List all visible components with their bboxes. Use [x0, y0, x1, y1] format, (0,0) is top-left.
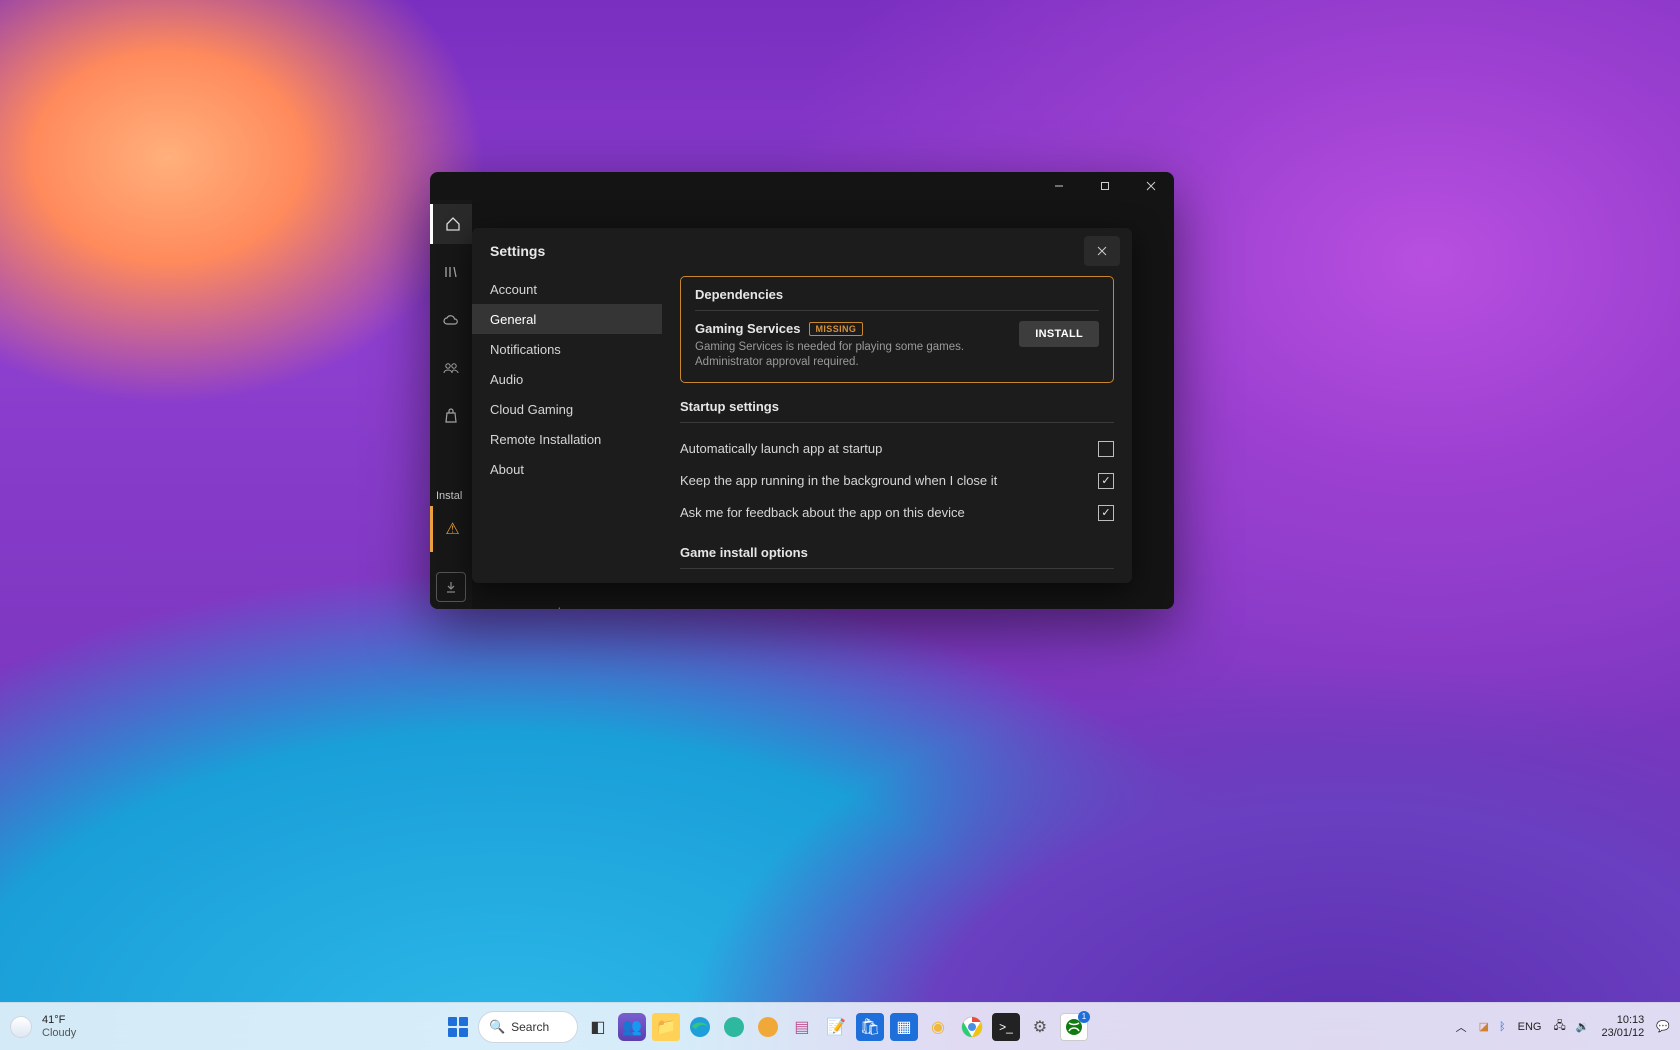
tray-bluetooth-icon[interactable]: ᛒ — [1499, 1021, 1506, 1033]
chrome-icon — [961, 1016, 983, 1038]
taskbar-app-notepad[interactable]: 📝 — [822, 1013, 850, 1041]
weather-icon — [10, 1016, 32, 1038]
taskbar-app-edge-canary[interactable] — [754, 1013, 782, 1041]
nav-item-cloud-gaming[interactable]: Cloud Gaming — [472, 394, 662, 424]
start-button[interactable] — [444, 1013, 472, 1041]
tray-language[interactable]: ENG — [1518, 1021, 1542, 1033]
taskbar-app-xbox[interactable]: 1 — [1060, 1013, 1088, 1041]
taskbar-badge: 1 — [1078, 1011, 1090, 1023]
close-icon — [1146, 181, 1156, 191]
install-options-heading: Game install options — [680, 545, 1114, 560]
nav-item-audio[interactable]: Audio — [472, 364, 662, 394]
setting-label: Ask me for feedback about the app on thi… — [680, 505, 965, 520]
taskbar-app-generic-1[interactable]: ▤ — [788, 1013, 816, 1041]
tray-volume-icon[interactable]: 🔉 — [1576, 1020, 1590, 1033]
taskbar-app-edge-beta[interactable] — [720, 1013, 748, 1041]
edge-beta-icon — [722, 1015, 746, 1039]
nav-item-general[interactable]: General — [472, 304, 662, 334]
dependency-missing-badge: MISSING — [809, 322, 864, 336]
nav-item-notifications[interactable]: Notifications — [472, 334, 662, 364]
app-window: Instal ⚠ game goes here. Settings — [430, 172, 1174, 609]
dependency-name: Gaming Services — [695, 321, 801, 336]
dependencies-panel: Dependencies Gaming Services MISSING Gam… — [680, 276, 1114, 383]
taskbar-weather[interactable]: 41°F Cloudy — [10, 1014, 76, 1038]
close-icon — [1097, 246, 1107, 256]
taskbar-clock[interactable]: 10:13 23/01/12 — [1601, 1014, 1644, 1039]
taskbar-app-chrome[interactable] — [958, 1013, 986, 1041]
checkbox-keep-running[interactable] — [1098, 473, 1114, 489]
search-label: Search — [511, 1020, 549, 1034]
taskbar: 41°F Cloudy 🔍 Search ◧ 👥 📁 ▤ 📝 🛍 ▦ ◉ — [0, 1002, 1680, 1050]
checkbox-ask-feedback[interactable] — [1098, 505, 1114, 521]
taskbar-app-generic-2[interactable]: ▦ — [890, 1013, 918, 1041]
nav-item-account[interactable]: Account — [472, 274, 662, 304]
dependencies-heading: Dependencies — [695, 287, 1099, 302]
nav-item-remote-installation[interactable]: Remote Installation — [472, 424, 662, 454]
taskbar-search[interactable]: 🔍 Search — [478, 1011, 578, 1043]
clock-time: 10:13 — [1617, 1014, 1645, 1027]
setting-change-install-location: Change where this app installs games by … — [680, 579, 1114, 583]
edge-canary-icon — [756, 1015, 780, 1039]
tray-security-icon[interactable]: ◪ — [1479, 1020, 1489, 1033]
install-options-section: Game install options Change where this a… — [680, 545, 1114, 583]
window-minimize-button[interactable] — [1036, 172, 1082, 200]
settings-close-button[interactable] — [1084, 236, 1120, 266]
settings-title: Settings — [490, 243, 545, 259]
startup-section: Startup settings Automatically launch ap… — [680, 399, 1114, 529]
window-close-button[interactable] — [1128, 172, 1174, 200]
maximize-icon — [1100, 181, 1110, 191]
minimize-icon — [1054, 181, 1064, 191]
tray-notifications-icon[interactable]: 💬 — [1656, 1020, 1670, 1033]
nav-item-about[interactable]: About — [472, 454, 662, 484]
setting-label: Keep the app running in the background w… — [680, 473, 997, 488]
taskbar-center: 🔍 Search ◧ 👥 📁 ▤ 📝 🛍 ▦ ◉ >_ ⚙ 1 — [444, 1011, 1088, 1043]
install-button[interactable]: INSTALL — [1019, 321, 1099, 347]
setting-auto-launch: Automatically launch app at startup — [680, 433, 1114, 465]
taskbar-task-view[interactable]: ◧ — [584, 1013, 612, 1041]
setting-ask-feedback: Ask me for feedback about the app on thi… — [680, 497, 1114, 529]
checkbox-auto-launch[interactable] — [1098, 441, 1114, 457]
dependency-description: Gaming Services is needed for playing so… — [695, 340, 1007, 370]
taskbar-app-terminal[interactable]: >_ — [992, 1013, 1020, 1041]
settings-nav: Account General Notifications Audio Clou… — [472, 274, 662, 583]
settings-header: Settings — [472, 228, 1132, 274]
setting-keep-running: Keep the app running in the background w… — [680, 465, 1114, 497]
taskbar-app-teams[interactable]: 👥 — [618, 1013, 646, 1041]
tray-overflow[interactable]: ︿ — [1456, 1019, 1467, 1035]
settings-content: Dependencies Gaming Services MISSING Gam… — [662, 274, 1132, 583]
startup-heading: Startup settings — [680, 399, 1114, 414]
taskbar-tray: ︿ ◪ ᛒ ENG 🖧 🔉 10:13 23/01/12 💬 — [1456, 1014, 1670, 1039]
taskbar-app-settings[interactable]: ⚙ — [1026, 1013, 1054, 1041]
taskbar-app-generic-3[interactable]: ◉ — [924, 1013, 952, 1041]
search-icon: 🔍 — [489, 1019, 505, 1035]
window-titlebar — [430, 172, 1174, 200]
taskbar-app-edge[interactable] — [686, 1013, 714, 1041]
settings-overlay: Settings Account General Notifications A… — [430, 200, 1174, 609]
setting-label: Automatically launch app at startup — [680, 441, 882, 456]
weather-temp: 41°F — [42, 1014, 76, 1026]
taskbar-app-store[interactable]: 🛍 — [856, 1013, 884, 1041]
taskbar-app-explorer[interactable]: 📁 — [652, 1013, 680, 1041]
window-maximize-button[interactable] — [1082, 172, 1128, 200]
settings-modal: Settings Account General Notifications A… — [472, 228, 1132, 583]
clock-date: 23/01/12 — [1601, 1027, 1644, 1040]
weather-desc: Cloudy — [42, 1027, 76, 1039]
tray-network-icon[interactable]: 🖧 — [1553, 1017, 1565, 1036]
edge-icon — [688, 1015, 712, 1039]
